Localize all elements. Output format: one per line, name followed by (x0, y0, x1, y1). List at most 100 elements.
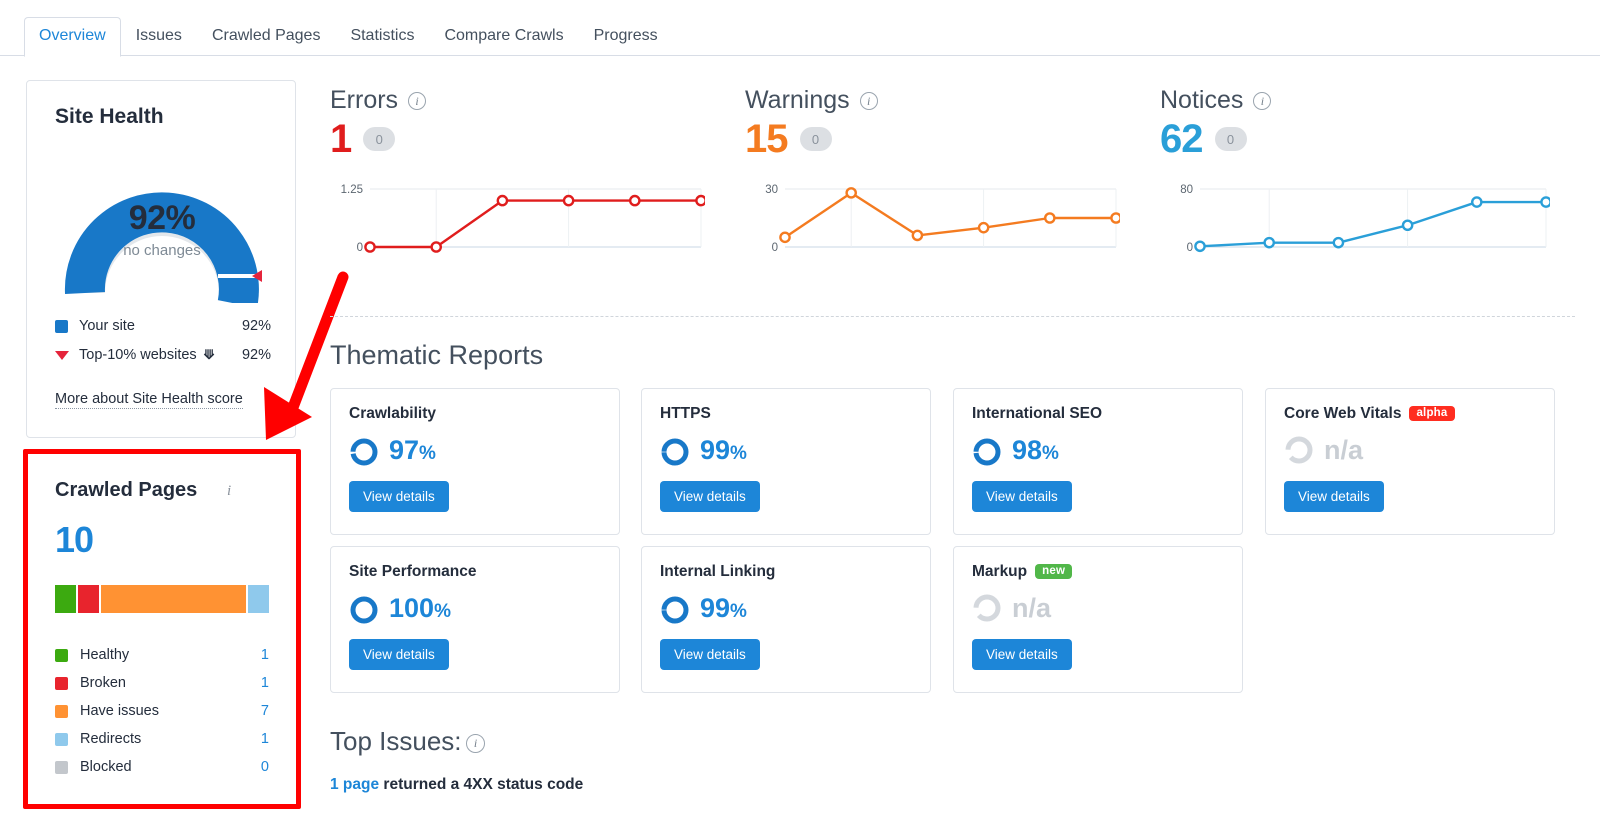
thematic-card-title: Internal Linking (660, 563, 776, 580)
percent-sign: % (730, 443, 747, 464)
view-details-button[interactable]: View details (1284, 481, 1384, 512)
legend-value[interactable]: 7 (261, 703, 269, 719)
percent-sign: % (419, 443, 436, 464)
view-details-button[interactable]: View details (660, 639, 760, 670)
tab-list: Overview Issues Crawled Pages Statistics Com… (0, 16, 1600, 57)
crawled-legend-row[interactable]: Healthy 1 (55, 641, 269, 669)
crawled-legend-row[interactable]: Have issues 7 (55, 697, 269, 725)
crawled-legend-row[interactable]: Redirects 1 (55, 725, 269, 753)
crawled-pages-stacked-bar (55, 585, 270, 613)
top-issue-link[interactable]: 1 page (330, 776, 379, 793)
svg-text:0: 0 (772, 242, 778, 254)
tab-bar: Overview Issues Crawled Pages Statistics Com… (0, 16, 1600, 57)
thematic-card-internal-linking: Internal Linking 99% View details (641, 546, 931, 693)
site-health-legend-your-site: Your site 92% (55, 313, 271, 339)
errors-value: 1 (330, 117, 352, 161)
top10-value: 92% (241, 347, 271, 363)
progress-ring-icon (350, 438, 378, 466)
crawled-legend-row[interactable]: Blocked 0 (55, 753, 269, 781)
thematic-card-crawlability: Crawlability 97% View details (330, 388, 620, 535)
legend-label: Have issues (80, 703, 159, 719)
warnings-chart-svg: 30 0 (765, 184, 1122, 254)
warnings-metric: Warnings i 15 0 30 0 (745, 86, 1130, 286)
errors-trend-chart: 1.25 0 (330, 175, 715, 270)
view-details-button[interactable]: View details (349, 481, 449, 512)
site-health-percent: 92% (128, 199, 196, 237)
your-site-value: 92% (241, 318, 271, 334)
top10-label: Top-10% websites (79, 347, 197, 363)
svg-text:30: 30 (765, 184, 778, 196)
thematic-card-metric: 100% (349, 593, 451, 627)
progress-ring-icon (350, 596, 378, 624)
notices-trend-chart: 80 0 (1160, 175, 1560, 270)
warnings-title: Warnings (745, 86, 850, 114)
errors-delta-badge: 0 (363, 127, 396, 151)
errors-metric: Errors i 1 0 1.25 0 (330, 86, 715, 286)
crawled-pages-total: 10 (55, 519, 94, 560)
percent-sign: % (730, 601, 747, 622)
view-details-button[interactable]: View details (972, 481, 1072, 512)
progress-ring-icon (661, 438, 689, 466)
tab-progress[interactable]: Progress (579, 17, 673, 57)
view-details-button[interactable]: View details (660, 481, 760, 512)
tab-statistics[interactable]: Statistics (335, 17, 429, 57)
chevron-down-icon[interactable]: ⟱ (204, 347, 215, 363)
progress-ring-icon (1285, 436, 1313, 464)
view-details-button[interactable]: View details (349, 639, 449, 670)
legend-swatch (55, 704, 68, 718)
errors-chart-svg: 1.25 0 (341, 184, 707, 254)
site-health-legend-top10[interactable]: Top-10% websites ⟱ 92% (55, 342, 271, 368)
notices-metric: Notices i 62 0 80 0 (1160, 86, 1560, 286)
info-icon[interactable]: i (408, 91, 427, 110)
thematic-card-metric: n/a (972, 593, 1051, 623)
info-icon[interactable]: i (859, 91, 878, 110)
warnings-value: 15 (745, 117, 788, 161)
thematic-card-title: Core Web Vitals alpha (1284, 405, 1455, 423)
crawled-pages-card: Crawled Pages i 10 Healthy 1 Broken 1 Have i… (31, 457, 293, 801)
crawled-pages-legend: Healthy 1 Broken 1 Have issues 7 Redirects 1 Blo… (55, 641, 269, 781)
legend-value[interactable]: 1 (261, 675, 269, 691)
legend-label: Redirects (80, 731, 142, 747)
top-issue-row-partial: ​ (330, 818, 540, 832)
site-health-card: Site Health 92% no changes Your site 92% (26, 80, 296, 438)
top-issue-row[interactable]: 1 page returned a 4XX status code (330, 776, 583, 794)
info-icon[interactable]: i (227, 483, 231, 500)
notices-title: Notices (1160, 86, 1244, 114)
thematic-card-metric: 98% (972, 435, 1059, 469)
legend-swatch (55, 732, 68, 746)
thematic-card-metric: n/a (1284, 435, 1363, 465)
crawled-legend-row[interactable]: Broken 1 (55, 669, 269, 697)
thematic-card-title: Site Performance (349, 563, 477, 580)
view-details-button[interactable]: View details (972, 639, 1072, 670)
thematic-card-site-performance: Site Performance 100% View details (330, 546, 620, 693)
thematic-card-core-web-vitals: Core Web Vitals alpha n/a View details (1265, 388, 1555, 535)
legend-value[interactable]: 1 (261, 647, 269, 663)
gauge-center-label: 92% no changes (55, 199, 269, 259)
notices-chart-svg: 80 0 (1180, 184, 1552, 254)
your-site-swatch (55, 319, 68, 333)
bar-segment-healthy (55, 585, 76, 613)
thematic-card-value: 99% (700, 593, 747, 623)
tab-overview[interactable]: Overview (24, 17, 121, 57)
site-health-gauge: 92% no changes (55, 143, 269, 303)
thematic-card-metric: 99% (660, 593, 747, 627)
thematic-reports-heading: Thematic Reports (330, 340, 544, 370)
thematic-card-title: International SEO (972, 405, 1103, 422)
svg-text:1.25: 1.25 (341, 184, 363, 196)
info-icon[interactable]: i (1253, 91, 1272, 110)
tab-issues[interactable]: Issues (121, 17, 197, 57)
section-divider (330, 316, 1575, 317)
legend-value[interactable]: 1 (261, 731, 269, 747)
thematic-card-value: 99% (700, 435, 747, 465)
tab-crawled-pages[interactable]: Crawled Pages (197, 17, 336, 57)
legend-swatch (55, 676, 68, 690)
notices-delta-badge: 0 (1214, 127, 1247, 151)
more-about-site-health-link[interactable]: More about Site Health score (55, 391, 243, 409)
crawled-pages-title: Crawled Pages (55, 479, 198, 501)
info-icon[interactable]: i (466, 734, 485, 753)
top-issue-text: returned a 4XX status code (379, 776, 584, 793)
legend-value[interactable]: 0 (261, 759, 269, 775)
badge-new: new (1035, 564, 1073, 580)
seo-site-audit-overview-page: Overview Issues Crawled Pages Statistics Com… (0, 0, 1600, 833)
tab-compare-crawls[interactable]: Compare Crawls (429, 17, 578, 57)
